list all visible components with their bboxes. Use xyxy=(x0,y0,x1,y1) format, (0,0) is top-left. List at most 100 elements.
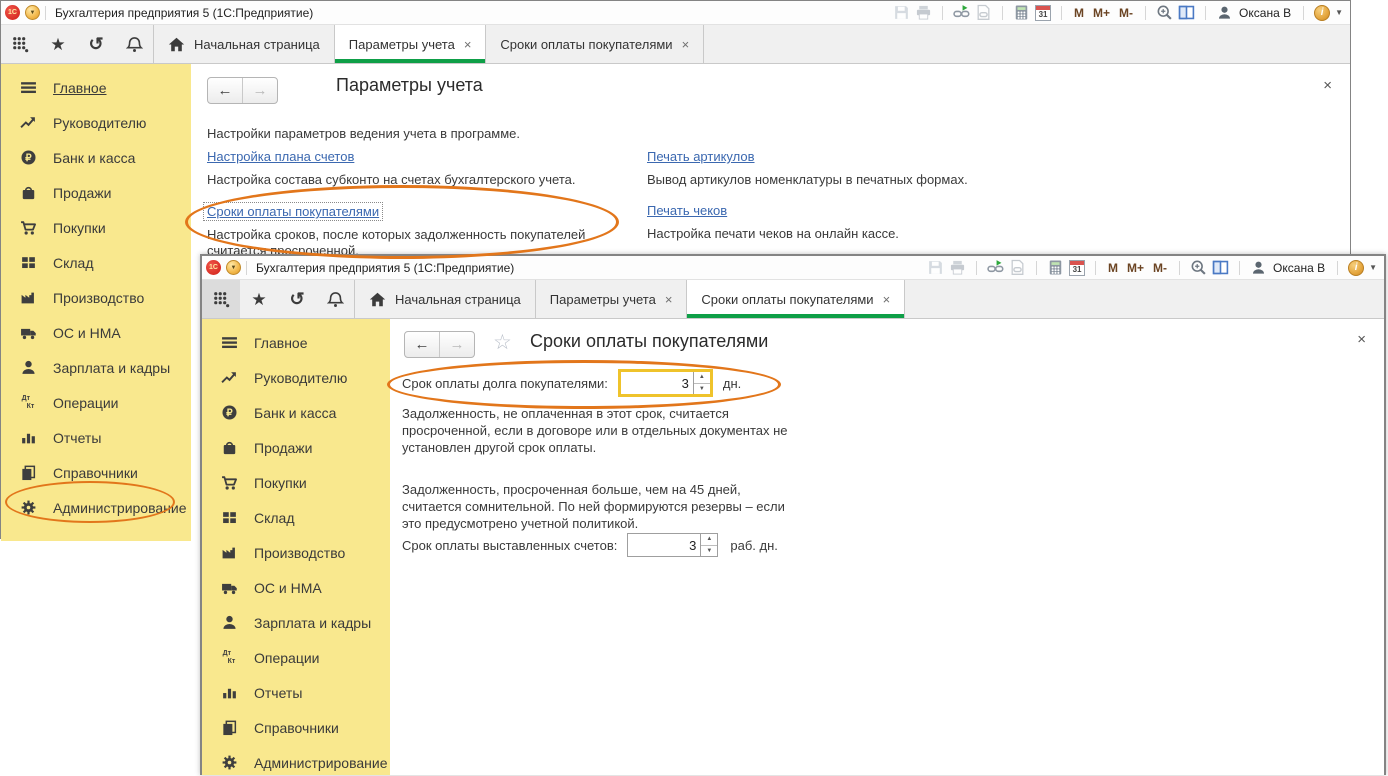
menu-lines-icon xyxy=(217,334,241,351)
calendar-icon[interactable]: 31 xyxy=(1069,259,1086,276)
print-articles-desc: Вывод артикулов номенклатуры в печатных … xyxy=(647,172,968,187)
service-menu-button[interactable] xyxy=(202,280,240,318)
print-icon[interactable] xyxy=(915,4,932,21)
history-button[interactable]: ↺ xyxy=(77,25,115,63)
calendar-icon[interactable]: 31 xyxy=(1035,4,1052,21)
memory-plus-button[interactable]: M+ xyxy=(1091,6,1112,20)
invoice-term-input[interactable] xyxy=(628,534,701,556)
sidebar-item-directories[interactable]: Справочники xyxy=(202,710,390,745)
sidebar-item-purchases[interactable]: Покупки xyxy=(1,210,191,245)
print-articles-link[interactable]: Печать артикулов xyxy=(647,149,755,164)
sidebar-item-warehouse[interactable]: Склад xyxy=(202,500,390,535)
zoom-icon[interactable] xyxy=(1190,259,1207,276)
favorites-button[interactable]: ★ xyxy=(39,25,77,63)
info-icon[interactable]: i xyxy=(1348,259,1365,276)
sidebar-item-main[interactable]: Главное xyxy=(1,70,191,105)
sidebar-item-directories[interactable]: Справочники xyxy=(1,455,191,490)
memory-minus-button[interactable]: M- xyxy=(1117,6,1135,20)
user-name[interactable]: Оксана В xyxy=(1273,261,1325,275)
main-menu-button[interactable]: ▼ xyxy=(25,5,40,20)
close-tab-icon[interactable]: × xyxy=(665,292,673,307)
sidebar-item-fixed-assets[interactable]: ОС и НМА xyxy=(202,570,390,605)
close-page-button[interactable]: × xyxy=(1323,78,1332,93)
sidebar-item-bank-cash[interactable]: Банк и касса xyxy=(1,140,191,175)
sidebar-item-reports[interactable]: Отчеты xyxy=(1,420,191,455)
user-icon xyxy=(1250,259,1267,276)
sidebar-item-payroll-hr[interactable]: Зарплата и кадры xyxy=(1,350,191,385)
add-to-favorites-star-icon[interactable]: ☆ xyxy=(493,332,512,353)
sidebar-item-sales[interactable]: Продажи xyxy=(202,430,390,465)
chevron-down-icon[interactable]: ▼ xyxy=(1369,263,1377,272)
notifications-button[interactable] xyxy=(115,25,153,63)
sidebar-item-purchases[interactable]: Покупки xyxy=(202,465,390,500)
nav-buttons: ← → xyxy=(207,77,278,104)
sidebar-item-production[interactable]: Производство xyxy=(202,535,390,570)
calculator-icon[interactable] xyxy=(1013,4,1030,21)
tab-home[interactable]: Начальная страница xyxy=(153,25,334,63)
sidebar-item-bank-cash[interactable]: Банк и касса xyxy=(202,395,390,430)
sidebar-item-main[interactable]: Главное xyxy=(202,325,390,360)
sidebar-item-manager[interactable]: Руководителю xyxy=(202,360,390,395)
print-receipts-link[interactable]: Печать чеков xyxy=(647,203,727,218)
close-tab-icon[interactable]: × xyxy=(682,37,690,52)
split-view-icon[interactable] xyxy=(1178,4,1195,21)
history-button[interactable]: ↺ xyxy=(278,280,316,318)
forward-button[interactable]: → xyxy=(243,78,277,103)
zoom-icon[interactable] xyxy=(1156,4,1173,21)
sidebar-item-operations[interactable]: Дт Кт Операции xyxy=(202,640,390,675)
memory-minus-button[interactable]: M- xyxy=(1151,261,1169,275)
print-icon[interactable] xyxy=(949,259,966,276)
memory-button[interactable]: M xyxy=(1106,261,1120,275)
tab-home[interactable]: Начальная страница xyxy=(354,280,535,318)
save-icon[interactable] xyxy=(893,4,910,21)
spin-up-icon[interactable]: ▲ xyxy=(693,372,710,384)
close-page-button[interactable]: × xyxy=(1357,332,1366,347)
chevron-down-icon[interactable]: ▼ xyxy=(1335,8,1343,17)
payment-terms-page: ← → ☆ Сроки оплаты покупателями × Срок о… xyxy=(390,319,1384,775)
tab-payment-terms[interactable]: Сроки оплаты покупателями × xyxy=(485,25,705,63)
favorites-button[interactable]: ★ xyxy=(240,280,278,318)
sidebar-item-warehouse[interactable]: Склад xyxy=(1,245,191,280)
tab-accounting-parameters[interactable]: Параметры учета × xyxy=(333,25,486,63)
memory-button[interactable]: M xyxy=(1072,6,1086,20)
sidebar-item-manager[interactable]: Руководителю xyxy=(1,105,191,140)
close-tab-icon[interactable]: × xyxy=(464,37,472,52)
calculator-icon[interactable] xyxy=(1047,259,1064,276)
chart-of-accounts-link[interactable]: Настройка плана счетов xyxy=(207,149,354,164)
back-button[interactable]: ← xyxy=(405,332,440,357)
back-button[interactable]: ← xyxy=(208,78,243,103)
spin-down-icon[interactable]: ▼ xyxy=(694,384,710,395)
go-to-link-icon[interactable] xyxy=(975,4,992,21)
invoice-term-spinbox: ▲ ▼ xyxy=(627,533,719,557)
sidebar-item-payroll-hr[interactable]: Зарплата и кадры xyxy=(202,605,390,640)
sidebar-item-fixed-assets[interactable]: ОС и НМА xyxy=(1,315,191,350)
sidebar-item-sales[interactable]: Продажи xyxy=(1,175,191,210)
user-name[interactable]: Оксана В xyxy=(1239,6,1291,20)
sidebar-item-administration[interactable]: Администрирование xyxy=(1,490,191,525)
spin-down-icon[interactable]: ▼ xyxy=(701,546,717,557)
sidebar-item-reports[interactable]: Отчеты xyxy=(202,675,390,710)
bar-chart-icon xyxy=(16,429,40,446)
split-view-icon[interactable] xyxy=(1212,259,1229,276)
shopping-cart-icon xyxy=(16,219,40,236)
tab-accounting-parameters[interactable]: Параметры учета × xyxy=(534,280,687,318)
go-to-link-icon[interactable] xyxy=(1009,259,1026,276)
forward-button[interactable]: → xyxy=(440,332,474,357)
get-link-icon[interactable] xyxy=(987,259,1004,276)
tab-payment-terms[interactable]: Сроки оплаты покупателями × xyxy=(686,280,906,318)
save-icon[interactable] xyxy=(927,259,944,276)
sidebar-item-administration[interactable]: Администрирование xyxy=(202,745,390,775)
sidebar-item-production[interactable]: Производство xyxy=(1,280,191,315)
buyer-debt-term-input[interactable] xyxy=(620,372,693,394)
window-title: Бухгалтерия предприятия 5 (1С:Предприяти… xyxy=(256,260,515,275)
memory-plus-button[interactable]: M+ xyxy=(1125,261,1146,275)
spin-up-icon[interactable]: ▲ xyxy=(701,534,718,546)
service-menu-button[interactable] xyxy=(1,25,39,63)
get-link-icon[interactable] xyxy=(953,4,970,21)
notifications-button[interactable] xyxy=(316,280,354,318)
sidebar-item-operations[interactable]: Дт Кт Операции xyxy=(1,385,191,420)
payment-terms-link[interactable]: Сроки оплаты покупателями xyxy=(203,202,384,221)
info-icon[interactable]: i xyxy=(1314,4,1331,21)
close-tab-icon[interactable]: × xyxy=(883,292,891,307)
main-menu-button[interactable]: ▼ xyxy=(226,260,241,275)
